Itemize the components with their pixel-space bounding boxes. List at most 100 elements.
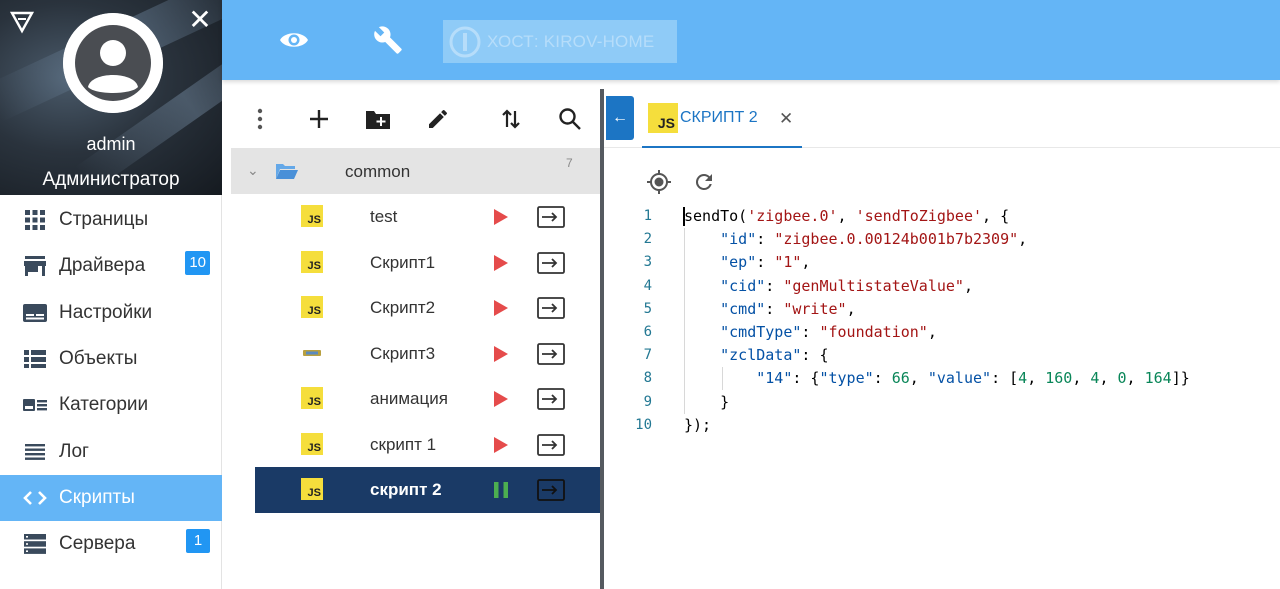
script-name: Скрипт3 — [370, 343, 436, 363]
script-row-script2[interactable]: JS Скрипт2 — [255, 285, 601, 331]
line-number: 9 — [643, 393, 652, 410]
tree-toolbar — [231, 90, 601, 148]
js-file-icon: JS — [301, 478, 323, 500]
script-row-script-2[interactable]: JS скрипт 2 — [255, 467, 601, 513]
servers-count-badge: 1 — [186, 529, 210, 554]
close-icon[interactable]: ✕ — [779, 109, 793, 129]
user-role: Администратор — [42, 169, 180, 190]
line-number: 7 — [643, 347, 652, 364]
settings-card-icon — [22, 302, 48, 324]
line-number: 1 — [643, 208, 652, 224]
line-number: 6 — [643, 323, 652, 340]
scripts-tree-panel: ⌄ common 7 JS test JS Скрипт1 JS Скрипт2… — [231, 90, 601, 589]
host-selector[interactable]: ХОСТ: KIROV-HOME — [443, 20, 677, 63]
play-icon[interactable] — [493, 390, 509, 413]
script-row-script1[interactable]: JS Скрипт1 — [255, 240, 601, 286]
sidebar-item-label: Скрипты — [59, 486, 135, 508]
code-line: 9 } — [604, 391, 1280, 414]
sidebar-item-pages[interactable]: Страницы — [0, 197, 222, 243]
export-icon[interactable] — [537, 433, 565, 462]
script-name: скрипт 2 — [370, 480, 442, 499]
export-icon[interactable] — [537, 296, 565, 325]
script-name: Скрипт2 — [370, 298, 436, 317]
js-file-icon: JS — [301, 387, 323, 409]
play-icon[interactable] — [493, 208, 509, 231]
pause-icon[interactable] — [493, 481, 509, 504]
sidebar-item-categories[interactable]: Категории — [0, 382, 222, 428]
arrow-left-icon[interactable]: ← — [606, 96, 634, 140]
chevron-down-icon[interactable]: ⌄ — [247, 162, 259, 179]
code-line: 1 sendTo('zigbee.0', 'sendToZigbee', { — [604, 205, 1280, 228]
export-icon[interactable] — [537, 387, 565, 416]
log-lines-icon — [22, 441, 48, 463]
script-row-script3[interactable]: Скрипт3 — [255, 331, 601, 377]
locate-target-icon[interactable] — [644, 167, 674, 197]
host-label: ХОСТ: KIROV-HOME — [487, 31, 655, 51]
sidebar-item-settings[interactable]: Настройки — [0, 290, 222, 336]
sidebar-item-label: Лог — [59, 440, 89, 462]
eye-icon[interactable] — [276, 22, 312, 58]
js-file-icon: JS — [301, 296, 323, 318]
sidebar-header: ✕ admin Администратор — [0, 0, 222, 195]
folder-count: 7 — [566, 156, 573, 170]
export-icon[interactable] — [537, 342, 565, 371]
iobroker-triangle-logo-icon[interactable] — [9, 10, 35, 34]
sidebar-item-servers[interactable]: Сервера 1 — [0, 521, 222, 567]
play-icon[interactable] — [493, 254, 509, 277]
sidebar: ✕ admin Администратор Страницы Драйвера … — [0, 0, 222, 589]
play-icon[interactable] — [493, 345, 509, 368]
sidebar-item-objects[interactable]: Объекты — [0, 336, 222, 382]
script-name: test — [370, 207, 398, 226]
new-folder-icon[interactable] — [363, 104, 393, 134]
line-number: 10 — [635, 416, 652, 433]
script-row-animation[interactable]: JS анимация — [255, 376, 601, 422]
code-area[interactable]: 1 sendTo('zigbee.0', 'sendToZigbee', { 2 … — [604, 205, 1280, 437]
js-file-icon: JS — [648, 103, 678, 133]
code-line: 8 "14": {"type": 66, "value": [4, 160, 4… — [604, 367, 1280, 390]
close-icon[interactable]: ✕ — [188, 6, 212, 34]
top-bar: ХОСТ: KIROV-HOME — [222, 0, 1280, 80]
export-icon[interactable] — [537, 478, 565, 507]
sidebar-item-log[interactable]: Лог — [0, 428, 222, 474]
js-file-icon: JS — [301, 250, 323, 273]
script-editor: ← JS СКРИПТ 2 ✕ 1 sendTo('zigbee.0', 'sen… — [604, 89, 1280, 589]
tab-script-2[interactable]: JS СКРИПТ 2 ✕ — [642, 89, 802, 148]
code-line: 2 "id": "zigbee.0.00124b001b7b2309", — [604, 228, 1280, 251]
sort-icon[interactable] — [496, 104, 526, 134]
more-vert-icon[interactable] — [245, 104, 275, 134]
search-icon[interactable] — [555, 104, 585, 134]
script-row-script-1[interactable]: JS скрипт 1 — [255, 422, 601, 468]
sidebar-item-drivers[interactable]: Драйвера 10 — [0, 243, 222, 289]
code-line: 10}); — [604, 414, 1280, 437]
tab-label: СКРИПТ 2 — [680, 109, 758, 126]
export-icon[interactable] — [537, 251, 565, 280]
code-line: 6 "cmdType": "foundation", — [604, 321, 1280, 344]
apps-grid-icon — [22, 209, 48, 231]
line-number: 8 — [643, 370, 652, 387]
avatar[interactable] — [63, 13, 163, 113]
wrench-icon[interactable] — [370, 22, 406, 58]
category-icon — [22, 394, 48, 416]
js-file-icon: JS — [301, 205, 323, 227]
refresh-icon[interactable] — [689, 167, 719, 197]
sidebar-item-scripts[interactable]: Скрипты — [0, 474, 222, 522]
script-name: скрипт 1 — [370, 434, 437, 454]
code-line: 3 "ep": "1", — [604, 251, 1280, 274]
sidebar-item-label: Объекты — [59, 348, 138, 370]
play-icon[interactable] — [493, 299, 509, 322]
folder-common[interactable]: ⌄ common 7 — [231, 148, 601, 194]
line-number: 5 — [643, 300, 652, 317]
sidebar-item-label: Настройки — [59, 301, 153, 323]
drivers-count-badge: 10 — [185, 251, 210, 276]
edit-pencil-icon[interactable] — [423, 104, 453, 134]
line-number: 4 — [643, 277, 652, 294]
play-icon[interactable] — [493, 436, 509, 459]
line-number: 2 — [643, 231, 652, 248]
add-icon[interactable] — [304, 104, 334, 134]
sidebar-item-label: Сервера — [59, 533, 136, 555]
script-row-test[interactable]: JS test — [255, 194, 601, 240]
export-icon[interactable] — [537, 205, 565, 234]
editor-tabs: ← JS СКРИПТ 2 ✕ — [604, 89, 1280, 148]
js-file-icon: JS — [301, 432, 323, 455]
store-icon — [22, 255, 48, 277]
